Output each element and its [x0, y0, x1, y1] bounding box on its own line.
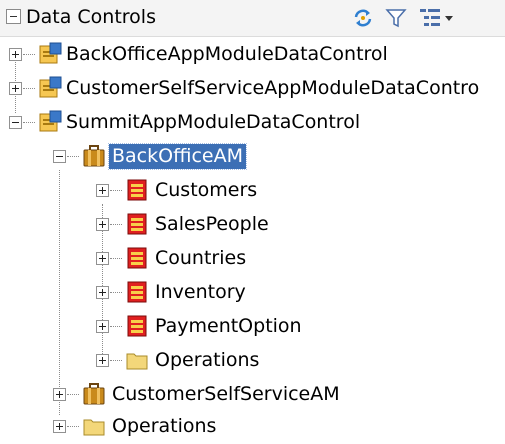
tree-node-backofficeam[interactable]: BackOfficeAM	[0, 140, 505, 174]
tree-node-label: Customers	[155, 179, 258, 201]
data-controls-header: Data Controls	[0, 0, 505, 37]
tree-node-customer-dc[interactable]: CustomerSelfServiceAppModuleDataContro	[0, 72, 505, 106]
expand-icon[interactable]	[96, 320, 109, 333]
tree-node-label: Inventory	[155, 281, 246, 303]
tree-node-customerselfserviceam[interactable]: CustomerSelfServiceAM	[0, 378, 505, 412]
tree-node-label: SummitAppModuleDataControl	[66, 111, 361, 133]
refresh-icon[interactable]	[352, 7, 374, 29]
tree-node-label: CustomerSelfServiceAM	[112, 383, 340, 405]
expand-icon[interactable]	[9, 48, 22, 61]
collection-icon	[127, 179, 147, 201]
tree-node-label: PaymentOption	[155, 315, 302, 337]
panel-title: Data Controls	[26, 6, 156, 28]
tree-node-label: CustomerSelfServiceAppModuleDataContro	[66, 77, 480, 99]
folder-icon	[126, 353, 148, 370]
expand-icon[interactable]	[96, 184, 109, 197]
tree-node-paymentoption[interactable]: PaymentOption	[0, 310, 505, 344]
data-control-icon	[39, 42, 62, 64]
expand-icon[interactable]	[53, 420, 66, 433]
tree-node-label: Operations	[112, 415, 217, 437]
data-control-icon	[39, 110, 62, 132]
tree-node-label: Operations	[155, 349, 260, 371]
collapse-panel-icon[interactable]	[6, 9, 21, 24]
app-module-icon	[83, 145, 105, 167]
tree-node-label: SalesPeople	[155, 213, 269, 235]
expand-icon[interactable]	[9, 82, 22, 95]
filter-icon[interactable]	[385, 7, 407, 29]
tree-node-summit-dc[interactable]: SummitAppModuleDataControl	[0, 106, 505, 140]
tree-node-summit-operations[interactable]: Operations	[0, 410, 505, 444]
collection-icon	[127, 281, 147, 303]
tree-options-icon[interactable]	[418, 6, 456, 30]
tree-node-label: Countries	[155, 247, 247, 269]
collection-icon	[127, 213, 147, 235]
collapse-icon[interactable]	[53, 150, 66, 163]
expand-icon[interactable]	[96, 354, 109, 367]
app-module-icon	[83, 383, 105, 405]
folder-icon	[83, 419, 105, 436]
collapse-icon[interactable]	[9, 116, 22, 129]
expand-icon[interactable]	[96, 218, 109, 231]
tree-node-countries[interactable]: Countries	[0, 242, 505, 276]
tree-node-label: BackOfficeAppModuleDataControl	[66, 43, 388, 65]
tree-node-inventory[interactable]: Inventory	[0, 276, 505, 310]
expand-icon[interactable]	[53, 388, 66, 401]
tree-node-backoffice-operations[interactable]: Operations	[0, 344, 505, 378]
collection-icon	[127, 315, 147, 337]
data-control-icon	[39, 76, 62, 98]
tree-node-salespeople[interactable]: SalesPeople	[0, 208, 505, 242]
tree-node-label: BackOfficeAM	[108, 143, 247, 170]
tree-node-backoffice-dc[interactable]: BackOfficeAppModuleDataControl	[0, 38, 505, 72]
collection-icon	[127, 247, 147, 269]
tree-node-customers[interactable]: Customers	[0, 174, 505, 208]
expand-icon[interactable]	[96, 286, 109, 299]
expand-icon[interactable]	[96, 252, 109, 265]
